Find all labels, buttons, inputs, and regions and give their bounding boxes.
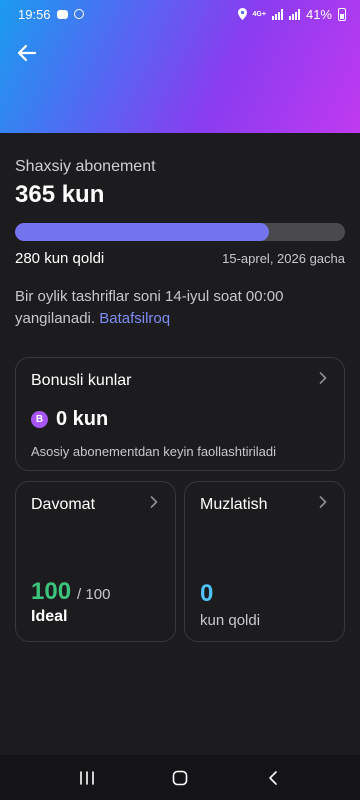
message-notification-icon [56,9,68,19]
attendance-value: 100 [31,578,72,605]
nav-back-icon [269,770,278,785]
subscription-title: Shaxsiy abonement [15,158,156,175]
chevron-right-icon [316,371,330,385]
home-icon [172,770,188,785]
progress-meta: 280 kun qoldi 15-aprel, 2026 gacha [15,250,345,267]
network-type: 4G+ [252,10,266,18]
nav-back-button[interactable] [253,758,293,798]
attendance-score: 100 / 100 [31,578,110,606]
subscription-section: Shaxsiy abonement 365 kun 280 kun qoldi … [0,133,360,330]
freeze-label: kun qoldi [200,612,261,629]
remaining-days: 280 kun qoldi [15,250,105,267]
chevron-right-icon [316,495,330,509]
subscription-progress-bar [15,223,345,241]
subscription-total-days: 365 kun [15,181,105,208]
bonus-days-title: Bonusli kunlar [31,372,132,389]
battery-icon [338,7,346,21]
status-bar: 19:56 4G+ 41% [0,0,360,28]
attendance-title: Davomat [31,496,96,513]
back-button[interactable] [12,38,42,68]
recents-button[interactable] [67,758,107,798]
freeze-value: 0 [200,580,214,607]
progress-fill [15,223,270,241]
home-button[interactable] [160,758,200,798]
freeze-title: Muzlatish [200,496,268,513]
status-time: 19:56 [18,6,51,22]
bonus-days-row: B 0 kun [31,408,108,431]
bonus-days-card[interactable]: Bonusli kunlar B 0 kun Asosiy abonementd… [15,357,345,471]
bonus-badge-icon: B [31,411,48,428]
pinterest-notification-icon [73,9,84,19]
visits-info: Bir oylik tashriflar soni 14-iyul soat 0… [15,286,345,330]
system-nav-bar [0,755,360,800]
bonus-days-value: 0 kun [56,408,109,430]
signal-icon-secondary [288,8,300,20]
attendance-max: / 100 [77,586,111,603]
valid-until-date: 15-aprel, 2026 gacha [222,251,345,266]
chevron-right-icon [147,495,161,509]
status-left: 19:56 [18,7,84,22]
bonus-days-description: Asosiy abonementdan keyin faollashtirila… [31,444,276,459]
freeze-card[interactable]: Muzlatish 0 kun qoldi [184,481,345,642]
header-gradient: 19:56 4G+ 41% [0,0,360,133]
more-info-link[interactable]: Batafsilroq [99,310,170,327]
battery-percent: 41% [305,6,332,22]
status-right: 4G+ 41% [237,6,346,22]
attendance-label: Ideal [31,608,68,625]
signal-icon [271,8,283,20]
recents-icon [79,770,94,785]
attendance-card[interactable]: Davomat 100 / 100 Ideal [15,481,176,642]
arrow-left-icon [17,44,37,62]
location-icon [237,8,247,20]
